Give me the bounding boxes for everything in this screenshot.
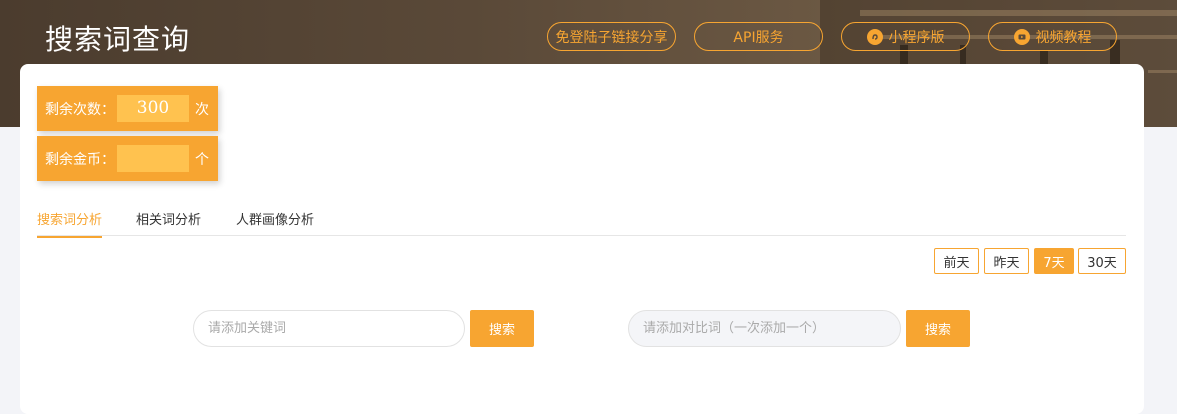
mini-program-button[interactable]: 小程序版 xyxy=(841,22,970,51)
tab-related-word-analysis[interactable]: 相关词分析 xyxy=(136,209,201,236)
remaining-coins-label: 剩余金币： xyxy=(45,151,115,168)
range-30-days-button[interactable]: 30天 xyxy=(1078,248,1126,274)
tab-search-word-analysis[interactable]: 搜索词分析 xyxy=(37,209,103,238)
analysis-tabs: 搜索词分析 相关词分析 人群画像分析 xyxy=(37,207,1126,238)
mini-program-label: 小程序版 xyxy=(888,29,945,46)
range-day-before-yesterday-button[interactable]: 前天 xyxy=(934,248,979,274)
keyword-input[interactable] xyxy=(193,310,465,347)
remaining-coins-unit: 个 xyxy=(195,151,209,168)
compare-word-input[interactable] xyxy=(628,310,901,347)
remaining-times-label: 剩余次数： xyxy=(45,101,115,118)
mini-program-icon xyxy=(866,28,883,45)
video-tutorial-label: 视频教程 xyxy=(1035,29,1092,46)
share-link-label: 免登陆子链接分享 xyxy=(555,29,668,46)
banner-decoration xyxy=(860,10,1177,16)
remaining-times-value: 300 xyxy=(117,95,189,122)
api-service-button[interactable]: API服务 xyxy=(694,22,823,51)
tab-audience-profile-analysis[interactable]: 人群画像分析 xyxy=(236,209,314,236)
range-yesterday-button[interactable]: 昨天 xyxy=(984,248,1029,274)
range-7-days-button[interactable]: 7天 xyxy=(1034,248,1074,274)
banner-decoration xyxy=(1148,70,1177,73)
remaining-times-unit: 次 xyxy=(195,101,209,118)
api-service-label: API服务 xyxy=(733,29,784,46)
remaining-coins-box: 剩余金币： 个 xyxy=(37,136,218,181)
compare-search-button[interactable]: 搜索 xyxy=(906,310,970,347)
share-link-button[interactable]: 免登陆子链接分享 xyxy=(547,22,676,51)
video-icon xyxy=(1013,28,1030,45)
keyword-search-button[interactable]: 搜索 xyxy=(470,310,534,347)
video-tutorial-button[interactable]: 视频教程 xyxy=(988,22,1117,51)
remaining-coins-value xyxy=(117,145,189,172)
remaining-times-box: 剩余次数： 300 次 xyxy=(37,86,218,131)
page-title: 搜索词查询 xyxy=(45,23,191,56)
